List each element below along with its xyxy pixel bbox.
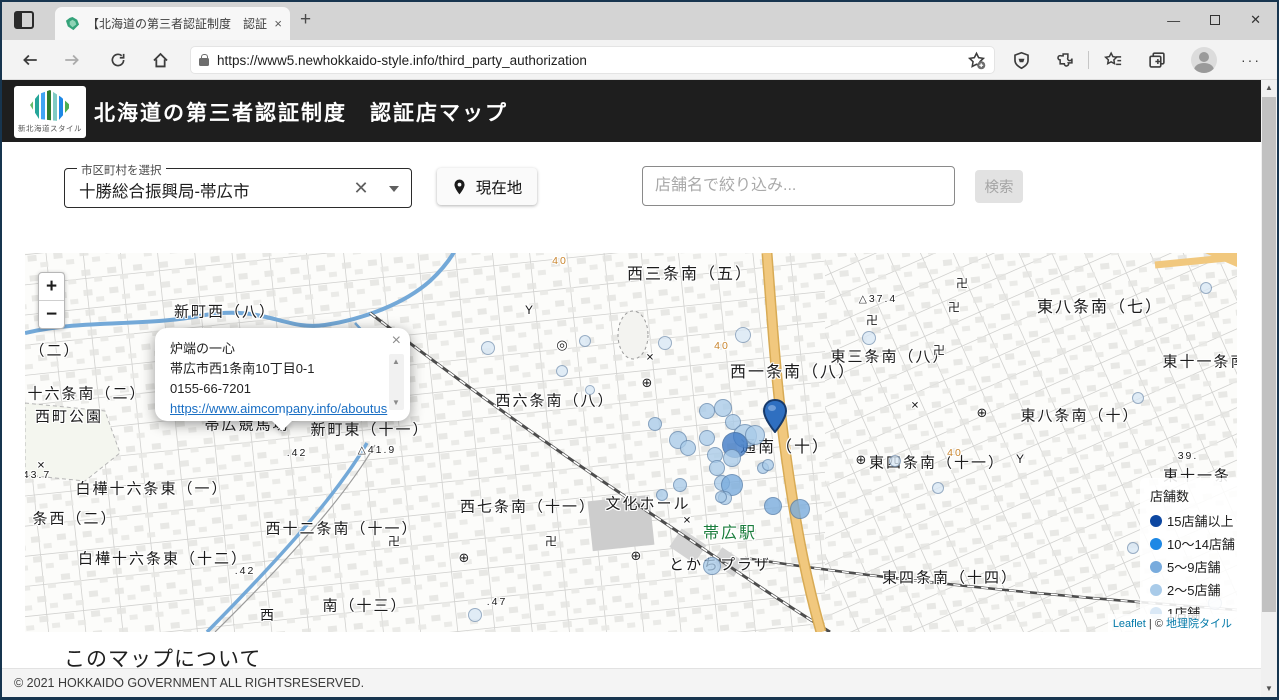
store-cluster-marker[interactable] <box>735 327 751 343</box>
store-cluster-marker[interactable] <box>699 403 715 419</box>
store-cluster-marker[interactable] <box>680 440 696 456</box>
store-cluster-marker[interactable] <box>889 455 901 467</box>
browser-window: 【北海道の第三者認証制度 認証 × + — ✕ https://www5.new… <box>0 0 1279 700</box>
legend-dot-icon <box>1150 514 1162 527</box>
scrollbar-thumb[interactable] <box>1262 97 1276 612</box>
store-cluster-marker[interactable] <box>648 417 662 431</box>
section-heading: このマップについて <box>64 648 262 668</box>
scrollbar-up-icon[interactable]: ▲ <box>1261 80 1277 96</box>
municipality-select-value: 十勝総合振興局-帯広市 <box>79 183 250 201</box>
legend-dot-icon <box>1150 560 1162 573</box>
window-maximize-button[interactable] <box>1210 15 1221 25</box>
browser-titlebar: 【北海道の第三者認証制度 認証 × + — ✕ <box>0 0 1279 40</box>
store-cluster-marker[interactable] <box>673 478 687 492</box>
collections-icon[interactable] <box>1144 47 1170 73</box>
popup-store-phone: 0155-66-7201 <box>170 381 251 396</box>
municipality-select-label: 市区町村を選択 <box>77 162 166 178</box>
store-cluster-marker[interactable] <box>762 459 774 471</box>
popup-store-address: 帯広市西1条南10丁目0-1 <box>170 361 315 376</box>
store-name-filter-input[interactable] <box>642 166 955 206</box>
store-cluster-marker[interactable] <box>481 341 495 355</box>
store-cluster-marker[interactable] <box>703 557 721 575</box>
new-tab-button[interactable]: + <box>300 10 311 29</box>
store-cluster-marker[interactable] <box>1132 392 1144 404</box>
window-close-button[interactable]: ✕ <box>1250 12 1261 28</box>
store-cluster-marker[interactable] <box>556 365 568 377</box>
site-logo: 新北海道スタイル <box>14 86 86 138</box>
store-cluster-marker[interactable] <box>1127 542 1139 554</box>
tab-actions-icon[interactable] <box>14 11 34 29</box>
municipality-select[interactable]: 市区町村を選択 十勝総合振興局-帯広市 ✕ <box>64 162 412 208</box>
tab-title: 【北海道の第三者認証制度 認証 <box>87 17 268 31</box>
store-cluster-marker[interactable] <box>585 385 595 395</box>
legend-dot-icon <box>1150 583 1162 596</box>
browser-tab[interactable]: 【北海道の第三者認証制度 認証 × <box>55 7 290 40</box>
clear-selection-icon[interactable]: ✕ <box>351 178 371 198</box>
popup-close-icon[interactable]: × <box>392 332 401 350</box>
page-scrollbar[interactable]: ▲ ▼ <box>1261 80 1277 697</box>
lock-icon <box>199 54 209 66</box>
store-cluster-marker[interactable] <box>658 336 672 350</box>
extensions-puzzle-icon[interactable] <box>1052 47 1078 73</box>
store-cluster-marker[interactable] <box>790 499 810 519</box>
page-footer: © 2021 HOKKAIDO GOVERNMENT ALL RIGHTSRES… <box>0 668 1279 697</box>
store-cluster-marker[interactable] <box>715 491 727 503</box>
tab-close-icon[interactable]: × <box>274 16 282 31</box>
store-cluster-marker[interactable] <box>1200 282 1212 294</box>
window-minimize-button[interactable]: — <box>1167 13 1180 28</box>
store-cluster-marker[interactable] <box>468 608 482 622</box>
store-cluster-marker[interactable] <box>656 489 668 501</box>
settings-menu-icon[interactable]: ··· <box>1238 47 1264 73</box>
map-attribution: Leaflet | © 地理院タイル <box>1107 614 1237 632</box>
chevron-down-icon[interactable] <box>389 186 399 192</box>
back-button[interactable] <box>18 48 42 72</box>
favorites-bar-icon[interactable] <box>1100 47 1126 73</box>
legend-dot-icon <box>1150 537 1162 550</box>
search-button[interactable]: 検索 <box>975 170 1023 203</box>
refresh-button[interactable] <box>106 48 130 72</box>
map-canvas[interactable]: 新町西（八）西三条南（五）東八条南（七）東三条南（八）東十一条南西一条南（八）西… <box>25 253 1237 632</box>
legend-title: 店舗数 <box>1150 489 1190 504</box>
forward-button[interactable] <box>60 48 84 72</box>
location-pin-icon <box>454 179 465 194</box>
popup-store-name: 炉端の一心 <box>170 341 236 356</box>
store-cluster-marker[interactable] <box>932 482 944 494</box>
current-location-button[interactable]: 現在地 <box>437 168 537 205</box>
page-title: 北海道の第三者認証制度 認証店マップ <box>94 102 508 125</box>
map-zoom-control: + − <box>38 272 65 329</box>
scroll-up-icon[interactable]: ▲ <box>392 357 400 366</box>
store-cluster-marker[interactable] <box>699 430 715 446</box>
store-cluster-marker[interactable] <box>862 331 876 345</box>
hokkaido-logo-icon <box>30 90 69 121</box>
selected-store-marker[interactable] <box>762 399 788 433</box>
legend-item: 5〜9店舗 <box>1150 557 1229 576</box>
zoom-in-button[interactable]: + <box>39 273 64 301</box>
store-cluster-marker[interactable] <box>579 335 591 347</box>
legend-item: 10〜14店舗 <box>1150 534 1235 553</box>
popup-scrollbar[interactable]: ▲ ▼ <box>389 354 404 410</box>
toolbar-divider <box>1088 51 1089 69</box>
home-button[interactable] <box>148 48 172 72</box>
scrollbar-down-icon[interactable]: ▼ <box>1261 681 1277 697</box>
profile-avatar[interactable] <box>1191 47 1217 73</box>
legend-item: 2〜5店舗 <box>1150 580 1229 599</box>
leaflet-link[interactable]: Leaflet <box>1113 618 1146 630</box>
store-cluster-marker[interactable] <box>764 497 782 515</box>
tab-favicon-hokkaido-icon <box>65 16 80 31</box>
legend-item: 15店舗以上 <box>1150 511 1233 530</box>
store-cluster-marker[interactable] <box>709 460 725 476</box>
map-popup: × 炉端の一心 帯広市西1条南10丁目0-1 0155-66-7201 http… <box>155 328 410 431</box>
add-favorite-icon[interactable] <box>967 51 986 70</box>
logo-caption: 新北海道スタイル <box>18 124 82 133</box>
scroll-down-icon[interactable]: ▼ <box>392 398 400 407</box>
gsi-tiles-link[interactable]: 地理院タイル <box>1166 618 1232 630</box>
address-bar[interactable]: https://www5.newhokkaido-style.info/thir… <box>190 46 995 74</box>
zoom-out-button[interactable]: − <box>39 301 64 329</box>
current-location-label: 現在地 <box>475 179 523 197</box>
store-cluster-marker[interactable] <box>723 449 741 467</box>
extension-shield-icon[interactable] <box>1008 47 1034 73</box>
url-text: https://www5.newhokkaido-style.info/thir… <box>217 52 587 68</box>
map-legend: 店舗数 15店舗以上 10〜14店舗 5〜9店舗 2〜5店舗 1店舗 <box>1140 478 1237 632</box>
map-markers-layer <box>25 253 1237 632</box>
